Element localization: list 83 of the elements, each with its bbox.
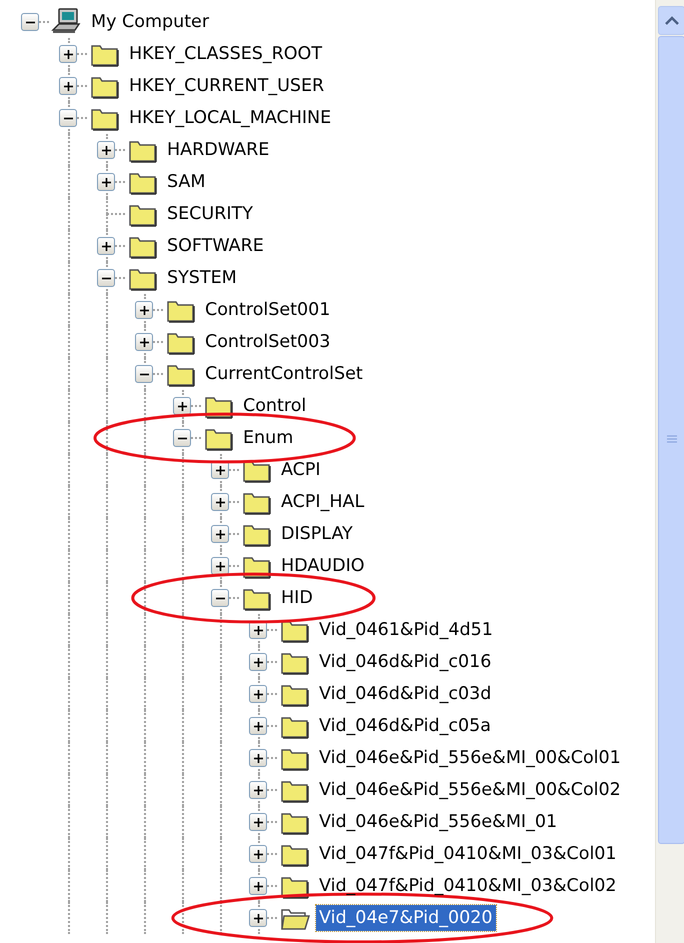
collapse-button[interactable] — [173, 429, 191, 447]
tree-item-label[interactable]: ControlSet003 — [202, 329, 334, 355]
expand-button[interactable] — [97, 237, 115, 255]
plus-icon — [140, 338, 148, 346]
tree-item-label[interactable]: Vid_046e&Pid_556e&MI_01 — [316, 809, 560, 835]
expand-button[interactable] — [173, 397, 191, 415]
tree-item-label[interactable]: HKEY_LOCAL_MACHINE — [126, 105, 334, 131]
tree-item-label[interactable]: CurrentControlSet — [202, 361, 366, 387]
expand-button[interactable] — [249, 717, 267, 735]
collapse-button[interactable] — [21, 13, 39, 31]
collapse-button[interactable] — [211, 589, 229, 607]
expand-button[interactable] — [249, 877, 267, 895]
expand-button[interactable] — [249, 781, 267, 799]
expand-button[interactable] — [249, 749, 267, 767]
expand-button[interactable] — [135, 333, 153, 351]
scroll-up-button[interactable] — [658, 6, 684, 35]
expand-button[interactable] — [249, 685, 267, 703]
expand-button[interactable] — [97, 141, 115, 159]
tree-item-label[interactable]: Vid_046e&Pid_556e&MI_00&Col01 — [316, 745, 624, 771]
grip-icon — [666, 435, 676, 445]
plus-icon — [254, 658, 262, 666]
expand-button[interactable] — [97, 173, 115, 191]
scroll-thumb[interactable] — [658, 36, 684, 844]
plus-icon — [254, 818, 262, 826]
tree-item-label[interactable]: Vid_047f&Pid_0410&MI_03&Col02 — [316, 873, 620, 899]
collapse-button[interactable] — [59, 109, 77, 127]
tree-item-label[interactable]: SYSTEM — [164, 265, 240, 291]
tree-item-label[interactable]: ControlSet001 — [202, 297, 334, 323]
expand-button[interactable] — [249, 653, 267, 671]
plus-icon — [254, 690, 262, 698]
expand-button[interactable] — [59, 45, 77, 63]
expand-button[interactable] — [249, 813, 267, 831]
expand-button[interactable] — [211, 525, 229, 543]
plus-icon — [102, 242, 110, 250]
tree-item-label[interactable]: Vid_046d&Pid_c03d — [316, 681, 494, 707]
caret-up-icon — [664, 16, 678, 25]
plus-icon — [216, 498, 224, 506]
tree-item-label[interactable]: SAM — [164, 169, 209, 195]
plus-icon — [178, 402, 186, 410]
tree-item-label[interactable]: HKEY_CLASSES_ROOT — [126, 41, 326, 67]
expand-button[interactable] — [249, 909, 267, 927]
tree-item-label[interactable]: Vid_0461&Pid_4d51 — [316, 617, 496, 643]
tree-item-label[interactable]: Vid_046d&Pid_c05a — [316, 713, 494, 739]
expand-button[interactable] — [249, 845, 267, 863]
tree-item-label[interactable]: ACPI_HAL — [278, 489, 368, 515]
tree-item-label[interactable]: HDAUDIO — [278, 553, 368, 579]
scrollbar[interactable] — [655, 0, 684, 943]
plus-icon — [254, 914, 262, 922]
tree-item-label[interactable]: HARDWARE — [164, 137, 272, 163]
expand-button[interactable] — [211, 557, 229, 575]
plus-icon — [64, 50, 72, 58]
plus-icon — [254, 850, 262, 858]
tree-item-label[interactable]: HKEY_CURRENT_USER — [126, 73, 328, 99]
tree-item-label[interactable]: Vid_046d&Pid_c016 — [316, 649, 494, 675]
tree-item-label[interactable]: ACPI — [278, 457, 324, 483]
expand-button[interactable] — [211, 493, 229, 511]
tree-item-label[interactable]: SOFTWARE — [164, 233, 267, 259]
plus-icon — [216, 562, 224, 570]
tree-item-label[interactable]: SECURITY — [164, 201, 256, 227]
plus-icon — [254, 882, 262, 890]
expand-button[interactable] — [59, 77, 77, 95]
plus-icon — [102, 178, 110, 186]
plus-icon — [64, 82, 72, 90]
tree-item-label[interactable]: My Computer — [88, 9, 212, 35]
plus-icon — [254, 786, 262, 794]
tree-item-label[interactable]: Vid_04e7&Pid_0020 — [316, 905, 496, 931]
collapse-button[interactable] — [97, 269, 115, 287]
collapse-button[interactable] — [135, 365, 153, 383]
tree-item-label[interactable]: Vid_046e&Pid_556e&MI_00&Col02 — [316, 777, 624, 803]
computer-icon — [51, 8, 83, 36]
tree-item-label[interactable]: HID — [278, 585, 316, 611]
tree-item-label[interactable]: Control — [240, 393, 310, 419]
plus-icon — [216, 530, 224, 538]
expand-button[interactable] — [135, 301, 153, 319]
plus-icon — [254, 754, 262, 762]
plus-icon — [102, 146, 110, 154]
plus-icon — [216, 466, 224, 474]
tree-item-label[interactable]: DISPLAY — [278, 521, 356, 547]
plus-icon — [254, 626, 262, 634]
tree-item-label[interactable]: Vid_047f&Pid_0410&MI_03&Col01 — [316, 841, 620, 867]
tree-item-label[interactable]: Enum — [240, 425, 296, 451]
plus-icon — [254, 722, 262, 730]
plus-icon — [140, 306, 148, 314]
